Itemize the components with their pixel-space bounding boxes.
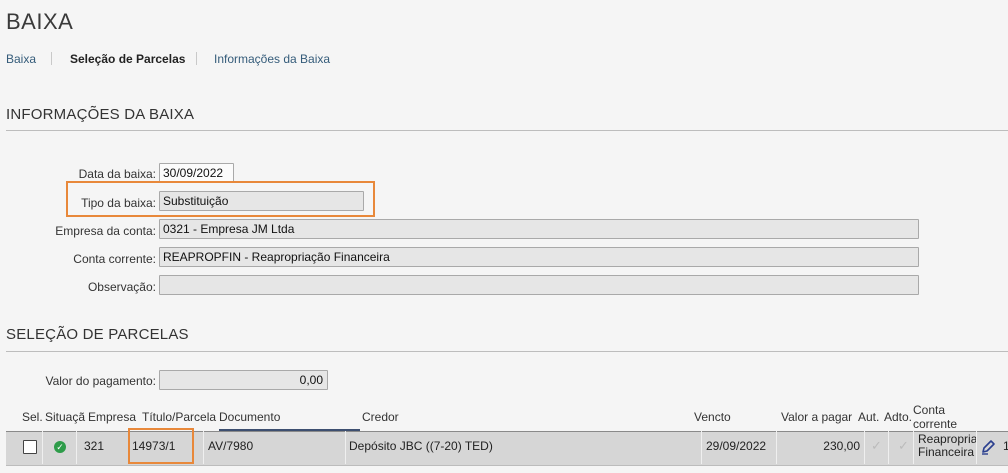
observacao-field[interactable] [159,275,919,295]
empresa-conta-label: Empresa da conta: [55,224,156,238]
column-divider [864,431,865,464]
observacao-label: Observação: [87,280,156,294]
section-heading-informacoes: INFORMAÇÕES DA BAIXA [6,106,195,123]
adto-check-icon: ✓ [898,438,909,453]
cell-credor: Depósito JBC ((7-20) TED) [349,439,493,453]
tipo-baixa-field[interactable]: Substituição [159,191,364,211]
valor-pagamento-field[interactable]: 0,00 [159,370,328,390]
conta-corrente-label: Conta corrente: [73,252,156,266]
column-divider [888,431,889,464]
column-header-credor[interactable]: Credor [362,410,399,424]
divider [6,351,1008,352]
column-divider [76,431,77,464]
cell-conta-corrente-line2: Financeira [918,445,975,459]
column-header-corrente[interactable]: corrente [913,417,957,431]
cell-titulo-parcela: 14973/1 [132,439,176,453]
column-divider [913,431,914,464]
row-select-checkbox[interactable] [23,440,37,454]
breadcrumb-selecao-parcelas[interactable]: Seleção de Parcelas [70,52,185,66]
check-circle-icon: ✓ [54,441,66,453]
column-divider [701,431,702,464]
column-header-conta[interactable]: Conta [913,403,945,417]
column-divider [776,431,777,464]
breadcrumb-baixa[interactable]: Baixa [6,52,36,66]
cell-conta-corrente: Reapropriaç Financeira [918,433,976,459]
column-divider [42,431,43,464]
column-header-adto[interactable]: Adto. [884,410,912,424]
column-header-empresa[interactable]: Empresa [88,410,136,424]
breadcrumb-separator [51,52,52,65]
conta-corrente-field[interactable]: REAPROPFIN - Reapropriação Financeira [159,247,919,267]
column-header-valor-pagar[interactable]: Valor a pagar [781,410,852,424]
page-title: BAIXA [6,9,74,34]
edit-pencil-icon[interactable] [980,439,996,455]
section-heading-selecao: SELEÇÃO DE PARCELAS [6,326,189,343]
tipo-baixa-label: Tipo da baixa: [81,196,156,210]
breadcrumb-informacoes-baixa[interactable]: Informações da Baixa [214,52,330,66]
column-header-sel[interactable]: Sel. [22,410,43,424]
divider [6,130,1008,131]
column-header-documento[interactable]: Documento [219,410,280,424]
cell-extra: 1 [1003,439,1008,453]
cell-empresa: 321 [84,439,105,453]
cell-vencto: 29/09/2022 [706,439,767,453]
cell-documento: AV/7980 [208,439,254,453]
empresa-conta-field[interactable]: 0321 - Empresa JM Ltda [159,219,919,239]
column-divider [345,431,346,464]
breadcrumb-separator [196,52,197,65]
cell-valor-pagar: 230,00 [823,439,860,453]
column-header-titulo-parcela[interactable]: Título/Parcela [142,410,216,424]
column-header-vencto[interactable]: Vencto [694,410,731,424]
valor-pagamento-label: Valor do pagamento: [45,374,156,388]
aut-check-icon: ✓ [871,438,882,453]
column-header-situacao[interactable]: Situaçã [45,410,85,424]
column-divider [976,431,977,464]
column-divider [203,431,204,464]
column-header-aut[interactable]: Aut. [858,410,879,424]
data-baixa-field[interactable]: 30/09/2022 [159,163,234,183]
data-baixa-label: Data da baixa: [78,167,156,181]
